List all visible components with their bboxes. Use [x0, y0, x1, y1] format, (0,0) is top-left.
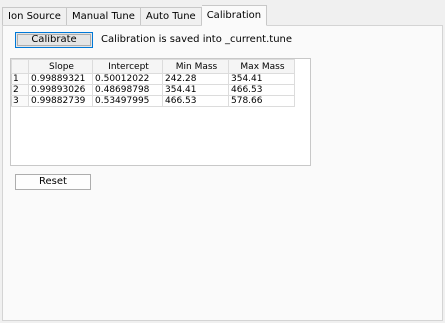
cell-min-mass[interactable]: 242.28 [162, 73, 229, 85]
calibrate-button[interactable]: Calibrate [15, 32, 93, 48]
cell-max-mass[interactable]: 354.41 [228, 73, 295, 85]
cell-intercept[interactable]: 0.48698798 [92, 84, 163, 96]
column-header-min-mass[interactable]: Min Mass [162, 59, 229, 74]
tab-ion-source[interactable]: Ion Source [2, 7, 67, 26]
cell-slope[interactable]: 0.99893026 [28, 84, 93, 96]
calibration-status-text: Calibration is saved into _current.tune [101, 34, 293, 45]
row-header[interactable]: 2 [11, 84, 29, 96]
cell-intercept[interactable]: 0.53497995 [92, 95, 163, 107]
row-header[interactable]: 3 [11, 95, 29, 107]
calibration-table[interactable]: Slope Intercept Min Mass Max Mass 1 0.99… [10, 58, 311, 166]
row-header[interactable]: 1 [11, 73, 29, 85]
table-row[interactable]: 2 0.99893026 0.48698798 354.41 466.53 [11, 84, 295, 96]
table-row[interactable]: 1 0.99889321 0.50012022 242.28 354.41 [11, 73, 295, 85]
column-header-corner[interactable] [11, 59, 29, 74]
table-row[interactable]: 3 0.99882739 0.53497995 466.53 578.66 [11, 95, 295, 107]
tab-manual-tune[interactable]: Manual Tune [66, 7, 141, 26]
cell-max-mass[interactable]: 466.53 [228, 84, 295, 96]
cell-min-mass[interactable]: 466.53 [162, 95, 229, 107]
cell-slope[interactable]: 0.99889321 [28, 73, 93, 85]
cell-intercept[interactable]: 0.50012022 [92, 73, 163, 85]
reset-button[interactable]: Reset [15, 174, 91, 190]
cell-min-mass[interactable]: 354.41 [162, 84, 229, 96]
column-header-slope[interactable]: Slope [28, 59, 93, 74]
table-header-row: Slope Intercept Min Mass Max Mass [11, 59, 295, 74]
calibration-pane: Calibrate Calibration is saved into _cur… [2, 25, 443, 321]
column-header-intercept[interactable]: Intercept [92, 59, 163, 74]
column-header-max-mass[interactable]: Max Mass [228, 59, 295, 74]
cell-max-mass[interactable]: 578.66 [228, 95, 295, 107]
tab-auto-tune[interactable]: Auto Tune [140, 7, 202, 26]
tab-calibration[interactable]: Calibration [201, 5, 268, 26]
cell-slope[interactable]: 0.99882739 [28, 95, 93, 107]
tab-bar: Ion Source Manual Tune Auto Tune Calibra… [2, 5, 268, 26]
